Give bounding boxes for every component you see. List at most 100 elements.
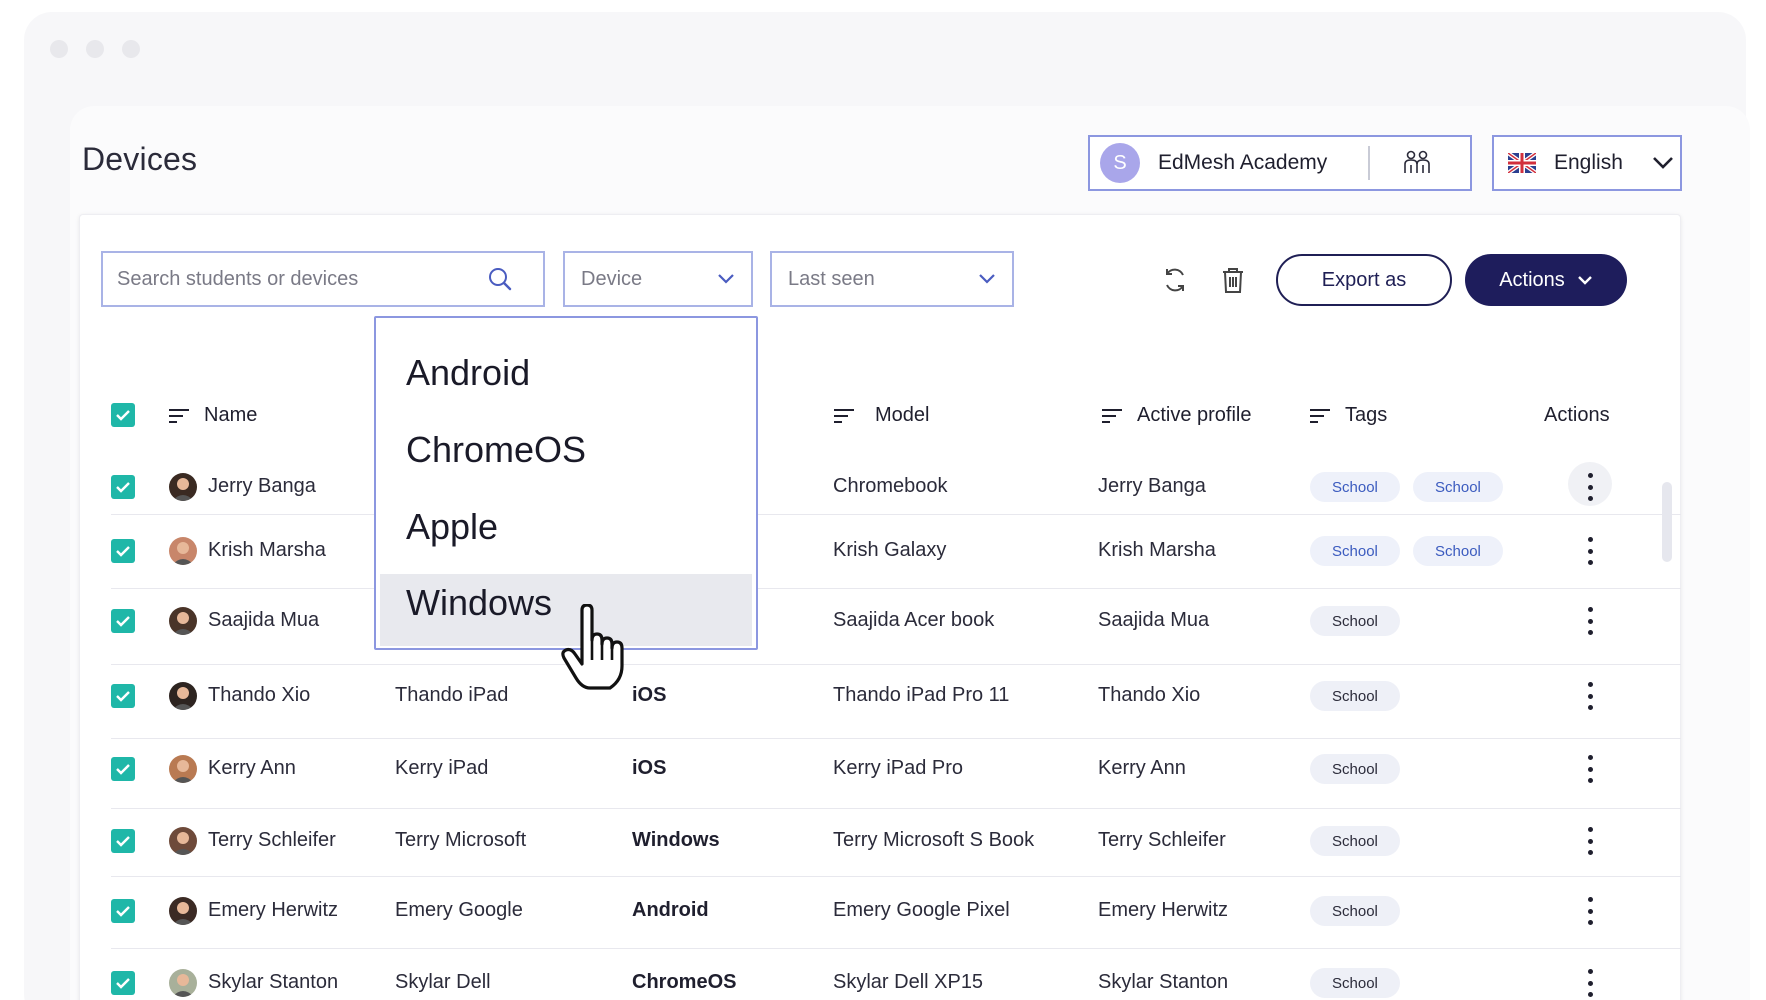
language-select[interactable]: English [1492,135,1682,191]
row-os: iOS [632,757,667,779]
uk-flag-icon [1508,153,1536,173]
dropdown-option-android[interactable]: Android [406,352,530,394]
refresh-icon[interactable] [1158,263,1192,297]
row-divider [111,876,1681,877]
avatar [169,755,197,783]
more-options-icon[interactable] [1586,827,1594,855]
row-checkbox[interactable] [111,475,135,499]
column-header-active-profile[interactable]: Active profile [1101,404,1252,427]
row-active-profile: Jerry Banga [1098,475,1206,497]
row-name: Skylar Stanton [208,971,339,993]
row-os: ChromeOS [632,971,737,993]
column-header-model[interactable]: Model [833,404,929,427]
row-device-name: Emery Google [395,899,523,921]
row-active-profile: Krish Marsha [1098,539,1216,561]
avatar [169,473,197,501]
device-dropdown-menu: Android ChromeOS Apple Windows [374,316,758,650]
last-seen-filter-select[interactable]: Last seen [770,251,1014,307]
avatar [169,537,197,565]
tag-badge: School [1310,536,1400,566]
column-header-label: Active profile [1137,404,1252,426]
row-model: Emery Google Pixel [833,899,1010,921]
row-active-profile: Skylar Stanton [1098,971,1229,993]
more-options-icon[interactable] [1586,537,1594,565]
dropdown-option-chromeos[interactable]: ChromeOS [406,429,586,471]
dropdown-option-apple[interactable]: Apple [406,506,498,548]
more-options-icon[interactable] [1586,682,1594,710]
row-device-name: Terry Microsoft [395,829,527,851]
row-model: Thando iPad Pro 11 [833,684,1010,706]
window-maximize-dot[interactable] [122,40,140,58]
avatar [169,969,197,997]
tag-badge: School [1310,826,1400,856]
hand-pointer-cursor-icon [561,604,624,690]
column-header-name[interactable]: Name [168,404,257,427]
org-avatar: S [1100,143,1140,183]
row-os: Android [632,899,709,921]
row-divider [111,664,1681,665]
scrollbar[interactable] [1662,482,1672,562]
divider [1368,146,1370,180]
search-input[interactable] [117,267,487,291]
row-active-profile: Thando Xio [1098,684,1201,706]
row-divider [111,948,1681,949]
column-header-tags[interactable]: Tags [1309,404,1387,427]
column-header-label: Tags [1345,404,1388,426]
row-checkbox[interactable] [111,971,135,995]
sort-icon [834,408,854,423]
search-icon[interactable] [487,266,513,292]
device-filter-select[interactable]: Device [563,251,753,307]
column-header-label: Actions [1544,404,1610,426]
row-name: Thando Xio [208,684,311,706]
sort-icon [1310,408,1330,423]
export-button[interactable]: Export as [1276,254,1452,306]
row-os: Windows [632,829,720,851]
dropdown-option-windows[interactable]: Windows [406,582,552,624]
tag-badge: School [1413,472,1503,502]
column-header-actions: Actions [1544,404,1610,427]
row-os: iOS [632,684,667,706]
avatar [169,607,197,635]
more-options-icon[interactable] [1586,969,1594,997]
window-minimize-dot[interactable] [86,40,104,58]
tag-badge: School [1413,536,1503,566]
row-model: Krish Galaxy [833,539,947,561]
more-options-icon[interactable] [1586,607,1594,635]
row-model: Chromebook [833,475,948,497]
row-divider [111,588,1681,589]
row-checkbox[interactable] [111,899,135,923]
devices-card [79,214,1681,1000]
row-divider [111,514,1681,515]
avatar [169,827,197,855]
row-checkbox[interactable] [111,684,135,708]
select-all-checkbox[interactable] [111,403,135,427]
chevron-down-icon [718,274,734,284]
window-close-dot[interactable] [50,40,68,58]
row-checkbox[interactable] [111,757,135,781]
row-checkbox[interactable] [111,829,135,853]
row-name: Emery Herwitz [208,899,339,921]
more-options-icon[interactable] [1586,473,1594,501]
tag-badge: School [1310,968,1400,998]
column-header-label: Name [204,404,258,426]
more-options-icon[interactable] [1586,755,1594,783]
row-name: Krish Marsha [208,539,326,561]
row-name: Saajida Mua [208,609,320,631]
users-group-icon[interactable] [1400,146,1434,180]
page-title: Devices [82,141,198,177]
trash-icon[interactable] [1216,263,1250,297]
row-checkbox[interactable] [111,609,135,633]
search-box [101,251,545,307]
last-seen-filter-label: Last seen [788,267,875,290]
row-name: Terry Schleifer [208,829,336,851]
tag-badge: School [1310,606,1400,636]
more-options-icon[interactable] [1586,897,1594,925]
row-active-profile: Saajida Mua [1098,609,1210,631]
actions-button[interactable]: Actions [1465,254,1627,306]
organization-switcher[interactable]: S EdMesh Academy [1088,135,1472,191]
sort-icon [169,408,189,423]
tag-badge: School [1310,896,1400,926]
window-controls [50,40,140,58]
row-checkbox[interactable] [111,539,135,563]
chevron-down-icon [1653,157,1673,169]
